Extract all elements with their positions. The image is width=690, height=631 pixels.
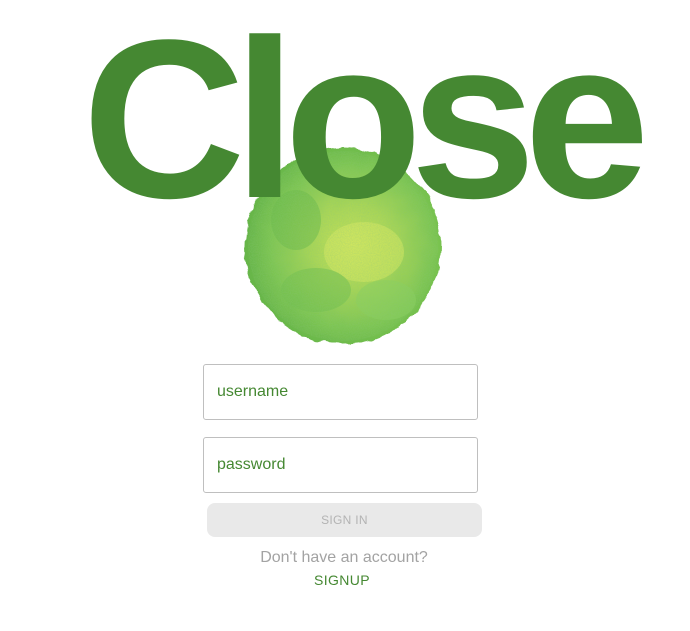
watercolor-circle-logo — [236, 140, 450, 352]
login-form: SIGN IN Don't have an account? SIGNUP — [203, 364, 482, 588]
signup-link[interactable]: SIGNUP — [203, 572, 478, 588]
username-input[interactable] — [203, 364, 478, 420]
password-input[interactable] — [203, 437, 478, 493]
login-page: Close SIGN IN Don't have an account? SIG… — [0, 0, 690, 631]
no-account-text: Don't have an account? — [260, 549, 428, 566]
sign-in-button[interactable]: SIGN IN — [207, 503, 482, 537]
